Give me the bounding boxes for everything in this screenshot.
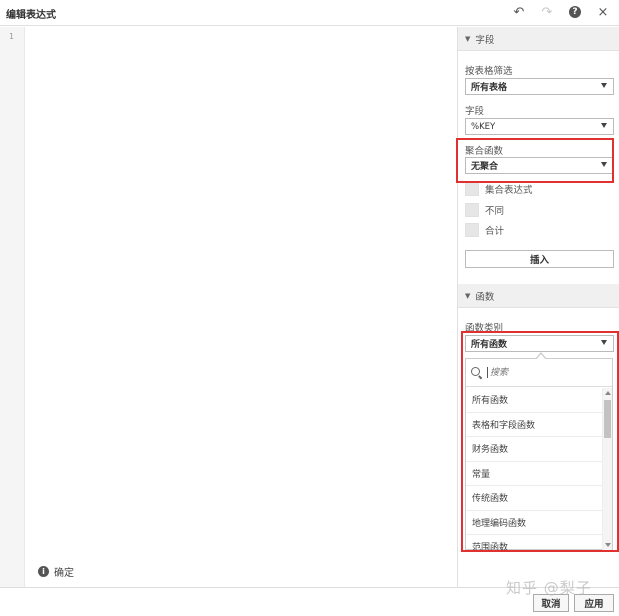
scroll-up-icon[interactable]	[605, 391, 611, 395]
line-gutter: 1	[0, 27, 25, 587]
function-category-select[interactable]: 所有函数	[465, 335, 614, 352]
aggregation-select[interactable]: 无聚合	[465, 157, 614, 174]
fields-section-title: 字段	[475, 34, 495, 46]
checkbox-box[interactable]	[465, 182, 479, 196]
collapse-icon: ▼	[465, 291, 471, 300]
collapse-icon: ▼	[465, 34, 471, 43]
function-category-label: 函数类别	[465, 323, 504, 334]
scroll-thumb[interactable]	[604, 400, 611, 438]
checkbox-box[interactable]	[465, 203, 479, 217]
expression-editor[interactable]	[25, 27, 457, 587]
search-icon	[471, 366, 483, 379]
fields-section-header[interactable]: ▼ 字段	[458, 27, 619, 51]
checkbox-label: 合计	[485, 226, 505, 237]
dropdown-option[interactable]: 所有函数	[466, 388, 602, 413]
close-icon[interactable]: ×	[595, 4, 611, 20]
dropdown-option[interactable]: 表格和字段函数	[466, 413, 602, 437]
dropdown-option[interactable]: 地理编码函数	[466, 511, 602, 535]
redo-icon[interactable]: ↷	[539, 4, 555, 20]
functions-section-title: 函数	[475, 291, 495, 303]
dialog-title: 编辑表达式	[6, 10, 56, 21]
dropdown-option[interactable]: 常量	[466, 462, 602, 486]
checkbox-label: 集合表达式	[485, 185, 533, 196]
chevron-down-icon	[601, 123, 607, 128]
info-icon: i	[38, 566, 49, 577]
dropdown-options: 所有函数 表格和字段函数 财务函数 常量 传统函数 地理编码函数 范围函数	[466, 388, 602, 550]
field-select[interactable]: %KEY	[465, 118, 614, 135]
dropdown-option[interactable]: 传统函数	[466, 486, 602, 511]
dropdown-scrollbar[interactable]	[602, 388, 612, 550]
chevron-down-icon	[601, 340, 607, 345]
dropdown-search	[466, 359, 612, 387]
field-label: 字段	[465, 106, 485, 117]
function-category-dropdown: 所有函数 表格和字段函数 财务函数 常量 传统函数 地理编码函数 范围函数	[465, 358, 613, 550]
dropdown-pointer-inner	[536, 354, 546, 360]
checkbox-label: 不同	[485, 206, 505, 217]
chevron-down-icon	[601, 162, 607, 167]
checkbox-box[interactable]	[465, 223, 479, 237]
line-number: 1	[9, 32, 14, 41]
table-filter-label: 按表格筛选	[465, 66, 513, 77]
dropdown-option[interactable]: 范围函数	[466, 535, 602, 550]
insert-button[interactable]: 插入	[465, 250, 614, 268]
watermark: 知乎 @梨子	[506, 579, 592, 597]
help-icon[interactable]: ?	[567, 4, 583, 20]
function-category-value: 所有函数	[471, 340, 508, 350]
aggregation-value: 无聚合	[471, 162, 499, 172]
status-text: 确定	[54, 568, 74, 579]
aggregation-label: 聚合函数	[465, 146, 504, 157]
undo-icon[interactable]: ↶	[511, 4, 527, 20]
title-bar-icons: ↶ ↷ ? ×	[511, 4, 611, 20]
set-expression-checkbox[interactable]: 集合表达式	[465, 182, 533, 196]
functions-section-header[interactable]: ▼ 函数	[458, 284, 619, 308]
field-value: %KEY	[471, 121, 496, 132]
total-checkbox[interactable]: 合计	[465, 223, 504, 237]
table-filter-select[interactable]: 所有表格	[465, 78, 614, 95]
scroll-down-icon[interactable]	[605, 543, 611, 547]
title-bar: 编辑表达式 ↶ ↷ ? ×	[0, 0, 619, 26]
chevron-down-icon	[601, 83, 607, 88]
distinct-checkbox[interactable]: 不同	[465, 203, 504, 217]
dropdown-option[interactable]: 财务函数	[466, 437, 602, 462]
dropdown-search-input[interactable]	[487, 367, 597, 378]
table-filter-value: 所有表格	[471, 83, 508, 93]
validation-status: i 确定	[38, 564, 74, 579]
